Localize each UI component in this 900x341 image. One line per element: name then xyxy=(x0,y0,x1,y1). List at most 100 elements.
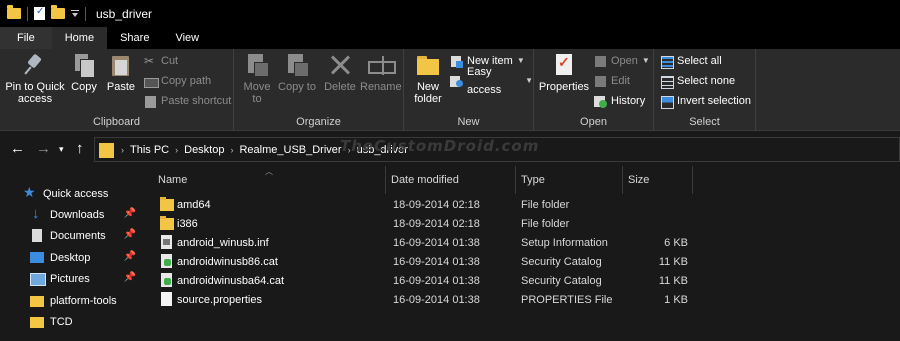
tab-share[interactable]: Share xyxy=(107,27,162,49)
edit-icon xyxy=(594,75,607,88)
tab-view[interactable]: View xyxy=(162,27,212,49)
delete-button[interactable]: Delete xyxy=(322,53,358,93)
open-group: Properties Open ▼ Edit History Open xyxy=(534,49,654,131)
sidebar-item-desktop[interactable]: Desktop 📌 xyxy=(0,247,143,268)
sidebar-item-platform-tools[interactable]: platform-tools xyxy=(0,290,143,311)
column-header-name[interactable]: Name xyxy=(153,166,386,194)
new-folder-icon[interactable] xyxy=(51,5,65,19)
history-label: History xyxy=(611,95,646,107)
paste-label: Paste xyxy=(106,81,136,93)
properties-icon[interactable] xyxy=(34,6,45,20)
sidebar-item-documents[interactable]: Documents 📌 xyxy=(0,225,143,246)
document-icon xyxy=(160,292,173,307)
select-all-button[interactable]: Select all xyxy=(660,52,722,70)
open-button[interactable]: Open ▼ xyxy=(594,52,650,70)
customize-toolbar-dropdown-icon[interactable] xyxy=(71,9,79,19)
properties-button[interactable]: Properties xyxy=(538,53,590,93)
paste-shortcut-button[interactable]: Paste shortcut xyxy=(144,92,231,110)
table-row[interactable]: androidwinusba64.cat 16-09-2014 01:38 Se… xyxy=(143,272,900,291)
pin-icon: 📌 xyxy=(123,251,136,262)
column-header-date-modified[interactable]: Date modified xyxy=(386,166,516,194)
open-icon xyxy=(594,55,607,68)
file-type: PROPERTIES File xyxy=(521,294,613,306)
sidebar-item-pictures[interactable]: Pictures 📌 xyxy=(0,268,143,289)
easy-access-button[interactable]: Easy access ▼ xyxy=(450,66,533,96)
select-all-icon xyxy=(660,55,674,69)
sidebar-item-tcd[interactable]: TCD xyxy=(0,311,143,332)
properties-label: Properties xyxy=(538,81,590,93)
table-row[interactable]: source.properties 16-09-2014 01:38 PROPE… xyxy=(143,291,900,310)
copy-icon xyxy=(72,53,96,78)
recent-locations-chevron-icon[interactable]: ▾ xyxy=(59,144,64,155)
pin-to-quick-access-label: Pin to Quick access xyxy=(5,81,65,105)
file-type: Security Catalog xyxy=(521,275,602,287)
rename-button[interactable]: Rename xyxy=(360,53,402,93)
column-header-type[interactable]: Type xyxy=(516,166,623,194)
breadcrumb-separator-icon[interactable]: › xyxy=(230,145,233,155)
folder-icon[interactable] xyxy=(7,5,21,19)
breadcrumb-item[interactable]: This PC xyxy=(130,144,169,156)
security-catalog-icon xyxy=(160,254,173,269)
scissors-icon xyxy=(144,52,157,70)
folder-icon xyxy=(99,142,114,158)
pin-to-quick-access-button[interactable]: Pin to Quick access xyxy=(4,53,66,105)
select-none-button[interactable]: Select none xyxy=(660,72,735,90)
move-to-icon xyxy=(245,53,269,77)
breadcrumb-item[interactable]: Desktop xyxy=(184,144,224,156)
column-header-size[interactable]: Size xyxy=(623,166,693,194)
copy-path-label: Copy path xyxy=(161,75,212,87)
paste-button[interactable]: Paste xyxy=(105,53,137,93)
pin-icon: 📌 xyxy=(123,272,136,283)
documents-icon xyxy=(30,228,44,243)
easy-access-icon xyxy=(450,75,463,88)
file-type: Security Catalog xyxy=(521,256,602,268)
forward-arrow-icon[interactable]: → xyxy=(36,140,51,157)
breadcrumb-separator-icon[interactable]: › xyxy=(175,145,178,155)
copy-to-button[interactable]: Copy to xyxy=(278,53,316,93)
folder-icon xyxy=(160,216,174,231)
desktop-icon xyxy=(30,251,44,265)
copy-path-button[interactable]: Copy path xyxy=(144,72,211,90)
select-group: Select all Select none Invert selection … xyxy=(654,49,756,131)
file-date-modified: 16-09-2014 01:38 xyxy=(393,237,480,249)
copy-to-icon xyxy=(285,53,309,77)
new-folder-button[interactable]: New folder xyxy=(410,53,446,105)
back-arrow-icon[interactable]: ← xyxy=(10,140,25,157)
history-button[interactable]: History xyxy=(594,92,645,110)
table-row[interactable]: amd64 18-09-2014 02:18 File folder xyxy=(143,196,900,215)
tab-home[interactable]: Home xyxy=(51,27,108,49)
sidebar-item-quick-access[interactable]: Quick access xyxy=(0,183,143,204)
file-size: 1 KB xyxy=(664,294,688,306)
table-row[interactable]: androidwinusb86.cat 16-09-2014 01:38 Sec… xyxy=(143,253,900,272)
paste-shortcut-label: Paste shortcut xyxy=(161,95,232,107)
file-name: amd64 xyxy=(177,199,211,211)
sidebar-item-label: Quick access xyxy=(43,187,109,200)
file-size: 6 KB xyxy=(664,237,688,249)
table-row[interactable]: i386 18-09-2014 02:18 File folder xyxy=(143,215,900,234)
up-arrow-icon[interactable]: ↑ xyxy=(76,140,84,157)
copy-label: Copy xyxy=(71,81,97,93)
file-date-modified: 16-09-2014 01:38 xyxy=(393,294,480,306)
paste-shortcut-icon xyxy=(144,95,157,108)
file-name: androidwinusba64.cat xyxy=(177,275,285,287)
sidebar-item-downloads[interactable]: Downloads 📌 xyxy=(0,204,143,225)
rename-icon xyxy=(368,53,396,77)
select-none-label: Select none xyxy=(677,75,736,87)
copy-button[interactable]: Copy xyxy=(68,53,100,93)
file-date-modified: 18-09-2014 02:18 xyxy=(393,218,480,230)
navigation-pane: Quick access Downloads 📌 Documents 📌 Des… xyxy=(0,166,143,341)
cut-button[interactable]: Cut xyxy=(144,52,178,70)
file-date-modified: 18-09-2014 02:18 xyxy=(393,199,480,211)
pin-icon: 📌 xyxy=(123,208,136,219)
move-to-button[interactable]: Move to xyxy=(238,53,276,105)
setup-info-icon xyxy=(160,235,173,250)
tab-file[interactable]: File xyxy=(0,27,52,49)
breadcrumb-separator-icon[interactable]: › xyxy=(121,145,124,155)
new-folder-icon xyxy=(416,53,440,77)
invert-selection-button[interactable]: Invert selection xyxy=(660,92,751,110)
table-row[interactable]: android_winusb.inf 16-09-2014 01:38 Setu… xyxy=(143,234,900,253)
edit-button[interactable]: Edit xyxy=(594,72,630,90)
sidebar-item-label: platform-tools xyxy=(50,294,117,307)
breadcrumb-item[interactable]: Realme_USB_Driver xyxy=(239,144,341,156)
file-size: 11 KB xyxy=(658,256,688,268)
